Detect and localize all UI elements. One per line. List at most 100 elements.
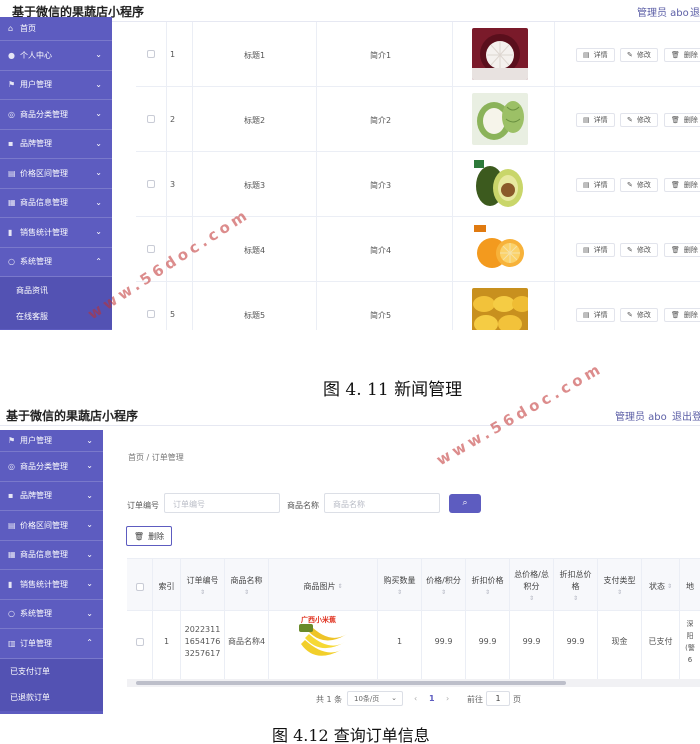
sidebar-item-price-range[interactable]: ▤ 价格区间管理 ⌄	[0, 159, 112, 189]
header-label: 购买数量	[383, 576, 416, 585]
scrollbar-thumb[interactable]	[136, 681, 566, 685]
delete-button[interactable]: 🗑 删除	[664, 113, 700, 127]
edit-button[interactable]: ✎ 修改	[620, 308, 658, 322]
header-label: 状态	[649, 582, 666, 591]
next-page-icon[interactable]: ›	[446, 694, 449, 703]
sidebar-item-product-info[interactable]: ▦ 商品信息管理 ⌄	[0, 189, 112, 218]
news-table: 1 标题1 简介1 ▤ 详情 ✎ 修改 🗑 删除 2 标题2 简介2 ▤ 详情 ✎ 修改 …	[136, 22, 700, 330]
header-discount-total[interactable]: 折扣总价格 ⇕	[554, 567, 597, 607]
product-name-input[interactable]: 商品名称	[324, 493, 440, 513]
mangosteen-image	[472, 28, 528, 80]
sidebar-item-price-range[interactable]: ▤ 价格区间管理 ⌄	[0, 511, 103, 541]
goto-page-input[interactable]: 1	[486, 691, 510, 706]
sidebar-item-system[interactable]: ○ 系统管理 ⌃	[0, 248, 112, 277]
detail-button[interactable]: ▤ 详情	[576, 113, 615, 127]
product-name-label: 商品名称	[287, 501, 319, 510]
sidebar-subitem-news[interactable]: 商品资讯	[0, 277, 112, 303]
sidebar-subitem-paid-orders[interactable]: 已支付订单	[0, 658, 103, 685]
horizontal-scrollbar[interactable]	[127, 679, 700, 687]
edit-button[interactable]: ✎ 修改	[620, 48, 658, 62]
row-intro: 简介5	[370, 311, 392, 320]
search-button[interactable]: ⌕	[449, 494, 481, 513]
row-checkbox[interactable]	[135, 638, 144, 646]
banana-image: 广西小米蕉	[295, 614, 351, 670]
logout-link[interactable]: 退出登	[672, 408, 700, 423]
sort-icon: ⇕	[528, 595, 535, 602]
sidebar-item-product-info[interactable]: ▦ 商品信息管理 ⌄	[0, 541, 103, 570]
detail-label: 详情	[593, 116, 608, 124]
edit-button[interactable]: ✎ 修改	[620, 178, 658, 192]
sidebar-item-home[interactable]: ⌂ 首页	[0, 17, 112, 41]
header-order-no[interactable]: 订单编号 ⇕	[181, 567, 224, 607]
admin-user-label[interactable]: 管理员 abo	[637, 4, 689, 19]
delete-button[interactable]: 🗑 删除	[664, 243, 700, 257]
sidebar-item-category[interactable]: ◎ 商品分类管理 ⌄	[0, 100, 112, 130]
sidebar-item-label: 价格区间管理	[20, 520, 68, 530]
cell-quantity: 1	[396, 637, 403, 646]
sidebar-item-label: 品牌管理	[20, 491, 52, 501]
prev-page-icon[interactable]: ‹	[414, 694, 417, 703]
sidebar-item-users[interactable]: ⚑ 用户管理 ⌄	[0, 430, 103, 452]
detail-button[interactable]: ▤ 详情	[576, 178, 615, 192]
sidebar-item-orders[interactable]: ▥ 订单管理 ⌃	[0, 629, 103, 659]
detail-label: 详情	[593, 51, 608, 59]
admin-user-label[interactable]: 管理员 abo	[615, 408, 667, 423]
header-pay-type[interactable]: 支付类型 ⇕	[598, 567, 641, 607]
circle-icon: ◎	[8, 461, 15, 471]
header-discount-price[interactable]: 折扣价格 ⇕	[466, 567, 509, 607]
sidebar-item-brand[interactable]: ▪ 品牌管理 ⌄	[0, 130, 112, 159]
detail-button[interactable]: ▤ 详情	[576, 243, 615, 257]
sidebar-item-label: 系统管理	[20, 609, 52, 619]
goto-label: 前往	[467, 695, 483, 704]
sidebar-item-profile[interactable]: ● 个人中心 ⌄	[0, 41, 112, 71]
row-checkbox[interactable]	[147, 180, 155, 188]
header-label: 总价格/总积分	[514, 570, 549, 591]
sidebar-subitem-refund-orders[interactable]: 已退款订单	[0, 684, 103, 711]
chevron-down-icon: ⌄	[86, 435, 93, 445]
delete-button[interactable]: 🗑 删除	[664, 178, 700, 192]
sidebar-item-sales-stats[interactable]: ▮ 销售统计管理 ⌄	[0, 570, 103, 600]
sidebar-item-category[interactable]: ◎ 商品分类管理 ⌄	[0, 452, 103, 482]
chevron-down-icon: ⌄	[86, 461, 93, 471]
detail-icon: ▤	[583, 116, 590, 124]
sidebar-item-users[interactable]: ⚑ 用户管理 ⌄	[0, 71, 112, 100]
batch-delete-button[interactable]: 🗑 删除	[126, 526, 172, 546]
detail-icon: ▤	[583, 246, 590, 254]
header-status[interactable]: 状态 ⇕	[642, 567, 679, 607]
row-checkbox[interactable]	[147, 115, 155, 123]
header-total[interactable]: 总价格/总积分 ⇕	[510, 567, 553, 607]
row-checkbox[interactable]	[147, 245, 155, 253]
col-status: 状态 ⇕ 已支付	[642, 559, 680, 683]
chevron-down-icon: ⌄	[95, 79, 102, 89]
detail-button[interactable]: ▤ 详情	[576, 48, 615, 62]
edit-button[interactable]: ✎ 修改	[620, 243, 658, 257]
header-quantity[interactable]: 购买数量 ⇕	[378, 567, 421, 607]
col-product-image: 商品图片 ⇕ 广西小米蕉	[269, 559, 378, 683]
current-page[interactable]: 1	[429, 694, 435, 703]
select-all-checkbox[interactable]	[135, 583, 144, 591]
logout-link[interactable]: 退	[690, 4, 700, 19]
sidebar-menu: ⚑ 用户管理 ⌄ ◎ 商品分类管理 ⌄ ▪ 品牌管理 ⌄ ▤ 价格区间管理 ⌄ …	[0, 430, 103, 714]
list-icon: ▦	[8, 198, 16, 208]
order-query-screenshot: 基于微信的果蔬店小程序 管理员 abo 退出登 ⚑ 用户管理 ⌄ ◎ 商品分类管…	[0, 404, 700, 714]
sidebar-item-system[interactable]: ○ 系统管理 ⌄	[0, 600, 103, 629]
header-product-name[interactable]: 商品名称 ⇕	[225, 567, 268, 607]
detail-button[interactable]: ▤ 详情	[576, 308, 615, 322]
delete-button[interactable]: 🗑 删除	[664, 48, 700, 62]
row-index: 2	[170, 115, 176, 124]
col-total: 总价格/总积分 ⇕ 99.9	[510, 559, 554, 683]
delete-button[interactable]: 🗑 删除	[664, 308, 700, 322]
sidebar-item-sales-stats[interactable]: ▮ 销售统计管理 ⌄	[0, 218, 112, 248]
row-checkbox[interactable]	[147, 50, 155, 58]
row-checkbox[interactable]	[147, 310, 155, 318]
orange-image	[472, 223, 528, 275]
page-size-select[interactable]: 10条/页 ⌄	[347, 691, 403, 706]
col-quantity: 购买数量 ⇕ 1	[378, 559, 422, 683]
sidebar-item-brand[interactable]: ▪ 品牌管理 ⌄	[0, 482, 103, 511]
header-product-image[interactable]: 商品图片 ⇕	[269, 567, 377, 607]
header-price[interactable]: 价格/积分 ⇕	[422, 567, 465, 607]
order-no-input[interactable]: 订单编号	[164, 493, 280, 513]
edit-button[interactable]: ✎ 修改	[620, 113, 658, 127]
header-label: 价格/积分	[426, 576, 461, 585]
cell-address: 深 阳 (警 6	[680, 611, 700, 673]
